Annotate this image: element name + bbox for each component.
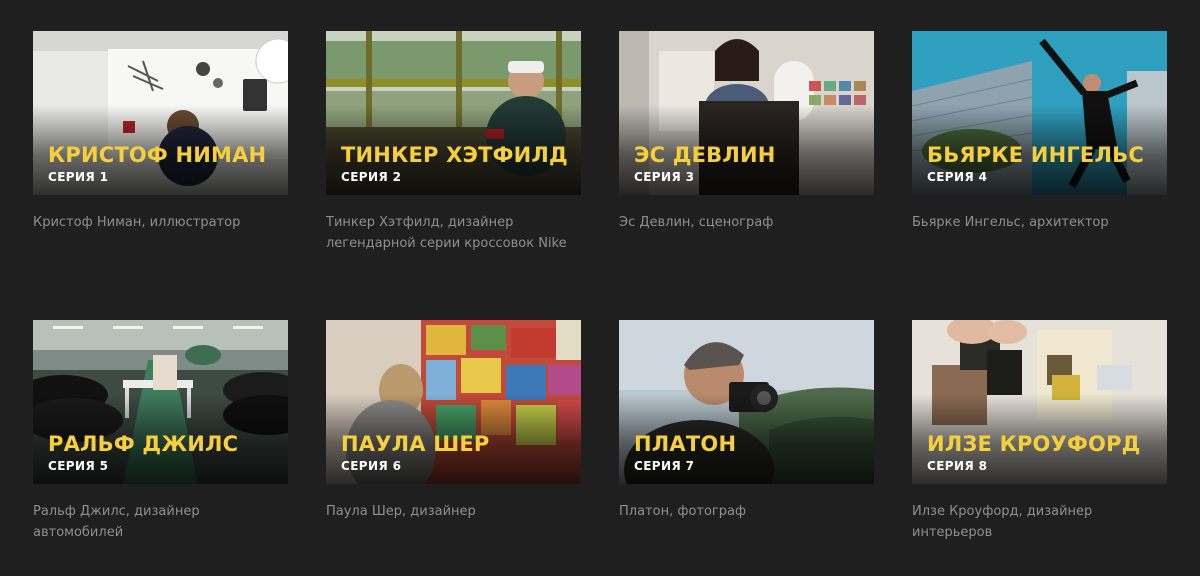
- episode-description: Илзе Кроуфорд, дизайнер интерьеров: [912, 504, 1093, 540]
- episode-number: СЕРИЯ 8: [927, 459, 988, 473]
- episode-number: СЕРИЯ 4: [927, 170, 988, 184]
- episode-title: БЬЯРКЕ ИНГЕЛЬС: [927, 143, 1144, 167]
- episode-thumbnail[interactable]: ИЛЗЕ КРОУФОРД СЕРИЯ 8: [912, 320, 1167, 484]
- episode-description: Кристоф Ниман, иллюстратор: [33, 215, 241, 230]
- episode-number: СЕРИЯ 7: [634, 459, 695, 473]
- episode-title: ТИНКЕР ХЭТФИЛД: [341, 143, 568, 167]
- episode-number: СЕРИЯ 2: [341, 170, 402, 184]
- episode-thumbnail[interactable]: ЭС ДЕВЛИН СЕРИЯ 3: [619, 31, 874, 195]
- episode-card[interactable]: БЬЯРКЕ ИНГЕЛЬС СЕРИЯ 4 Бьярке Ингельс, а…: [912, 31, 1167, 233]
- episode-number: СЕРИЯ 3: [634, 170, 695, 184]
- episode-card[interactable]: ТИНКЕР ХЭТФИЛД СЕРИЯ 2 Тинкер Хэтфилд, д…: [326, 31, 581, 254]
- episode-description: Бьярке Ингельс, архитектор: [912, 215, 1109, 230]
- episode-description: Тинкер Хэтфилд, дизайнер легендарной сер…: [326, 215, 567, 251]
- episode-card[interactable]: ПЛАТОН СЕРИЯ 7 Платон, фотограф: [619, 320, 874, 522]
- episode-description: Ральф Джилс, дизайнер автомобилей: [33, 504, 200, 540]
- episode-number: СЕРИЯ 5: [48, 459, 109, 473]
- episode-title: ПАУЛА ШЕР: [341, 432, 490, 456]
- episode-thumbnail[interactable]: БЬЯРКЕ ИНГЕЛЬС СЕРИЯ 4: [912, 31, 1167, 195]
- episode-thumbnail[interactable]: ПЛАТОН СЕРИЯ 7: [619, 320, 874, 484]
- episode-title: ИЛЗЕ КРОУФОРД: [927, 432, 1141, 456]
- episode-description: Эс Девлин, сценограф: [619, 215, 774, 230]
- episode-grid: КРИСТОФ НИМАН СЕРИЯ 1 Кристоф Ниман, илл…: [0, 0, 1200, 576]
- episode-thumbnail[interactable]: ТИНКЕР ХЭТФИЛД СЕРИЯ 2: [326, 31, 581, 195]
- episode-title: КРИСТОФ НИМАН: [48, 143, 267, 167]
- episode-thumbnail[interactable]: РАЛЬФ ДЖИЛС СЕРИЯ 5: [33, 320, 288, 484]
- episode-thumbnail[interactable]: ПАУЛА ШЕР СЕРИЯ 6: [326, 320, 581, 484]
- episode-thumbnail[interactable]: КРИСТОФ НИМАН СЕРИЯ 1: [33, 31, 288, 195]
- episode-title: ПЛАТОН: [634, 432, 737, 456]
- episode-card[interactable]: КРИСТОФ НИМАН СЕРИЯ 1 Кристоф Ниман, илл…: [33, 31, 288, 233]
- episode-card[interactable]: РАЛЬФ ДЖИЛС СЕРИЯ 5 Ральф Джилс, дизайне…: [33, 320, 288, 543]
- episode-card[interactable]: ИЛЗЕ КРОУФОРД СЕРИЯ 8 Илзе Кроуфорд, диз…: [912, 320, 1167, 543]
- episode-number: СЕРИЯ 6: [341, 459, 402, 473]
- episode-description: Паула Шер, дизайнер: [326, 504, 476, 519]
- episode-description: Платон, фотограф: [619, 504, 747, 519]
- episode-card[interactable]: ПАУЛА ШЕР СЕРИЯ 6 Паула Шер, дизайнер: [326, 320, 581, 522]
- episode-title: РАЛЬФ ДЖИЛС: [48, 432, 239, 456]
- episode-number: СЕРИЯ 1: [48, 170, 109, 184]
- episode-card[interactable]: ЭС ДЕВЛИН СЕРИЯ 3 Эс Девлин, сценограф: [619, 31, 874, 233]
- episode-title: ЭС ДЕВЛИН: [634, 143, 776, 167]
